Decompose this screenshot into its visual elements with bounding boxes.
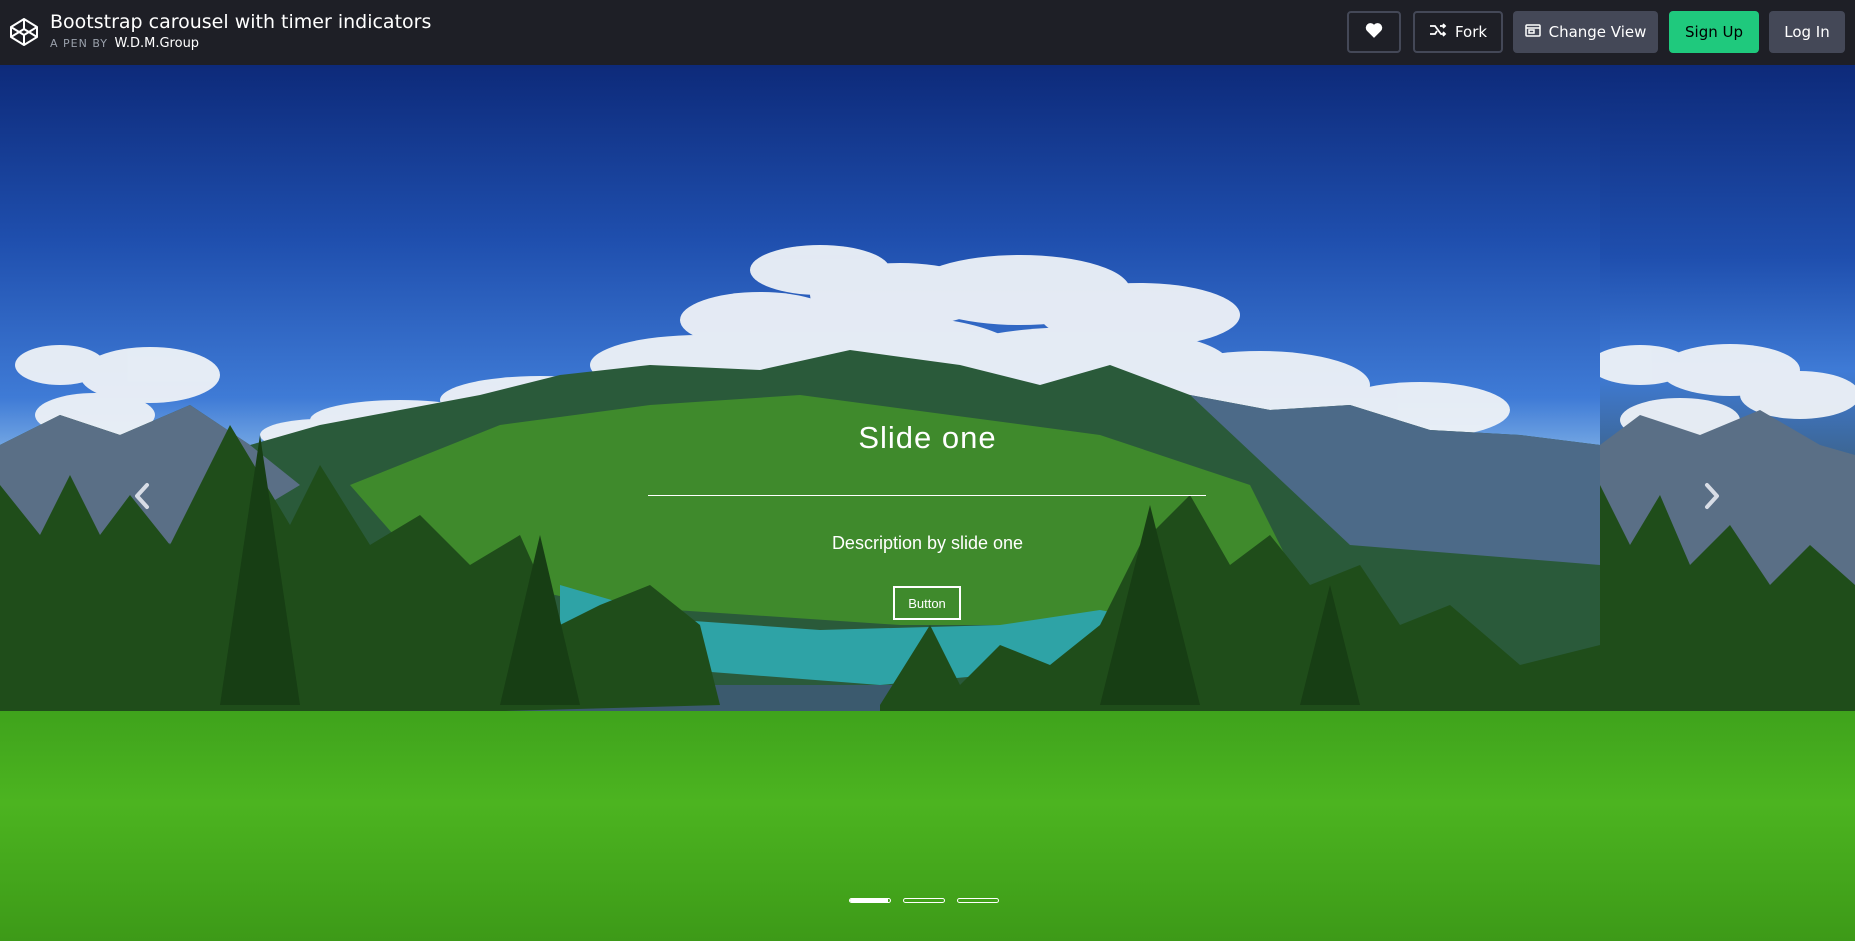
change-view-label: Change View (1548, 23, 1647, 41)
fork-button[interactable]: Fork (1413, 11, 1503, 53)
codepen-logo-icon[interactable] (8, 16, 40, 48)
top-bar: Bootstrap carousel with timer indicators… (0, 0, 1855, 65)
indicator-progress (850, 899, 888, 902)
carousel-next-button[interactable] (1692, 478, 1732, 518)
grass-foreground (0, 711, 1600, 941)
log-in-button[interactable]: Log In (1769, 11, 1845, 53)
carousel-indicator-1[interactable] (849, 898, 891, 903)
pen-byline: A PEN BY W.D.M.Group (50, 36, 199, 51)
slide-button[interactable]: Button (893, 586, 961, 620)
author-link[interactable]: W.D.M.Group (115, 36, 200, 51)
fork-label: Fork (1454, 23, 1488, 41)
pen-title[interactable]: Bootstrap carousel with timer indicators (50, 11, 431, 33)
carousel-indicator-2[interactable] (903, 898, 945, 903)
carousel: Slide one Description by slide one Butto… (0, 65, 1855, 941)
like-button[interactable] (1347, 11, 1401, 53)
heart-icon (1365, 22, 1383, 42)
layout-icon (1524, 23, 1549, 41)
slide-active (0, 65, 1600, 941)
chevron-left-icon (132, 482, 152, 515)
byline-prefix: A PEN BY (50, 37, 108, 50)
carousel-indicator-3[interactable] (957, 898, 999, 903)
carousel-prev-button[interactable] (122, 478, 162, 518)
carousel-indicators (849, 898, 999, 903)
chevron-right-icon (1702, 482, 1722, 515)
fork-icon (1429, 23, 1455, 41)
grass-foreground (1600, 711, 1855, 941)
change-view-button[interactable]: Change View (1513, 11, 1658, 53)
sign-up-button[interactable]: Sign Up (1669, 11, 1759, 53)
